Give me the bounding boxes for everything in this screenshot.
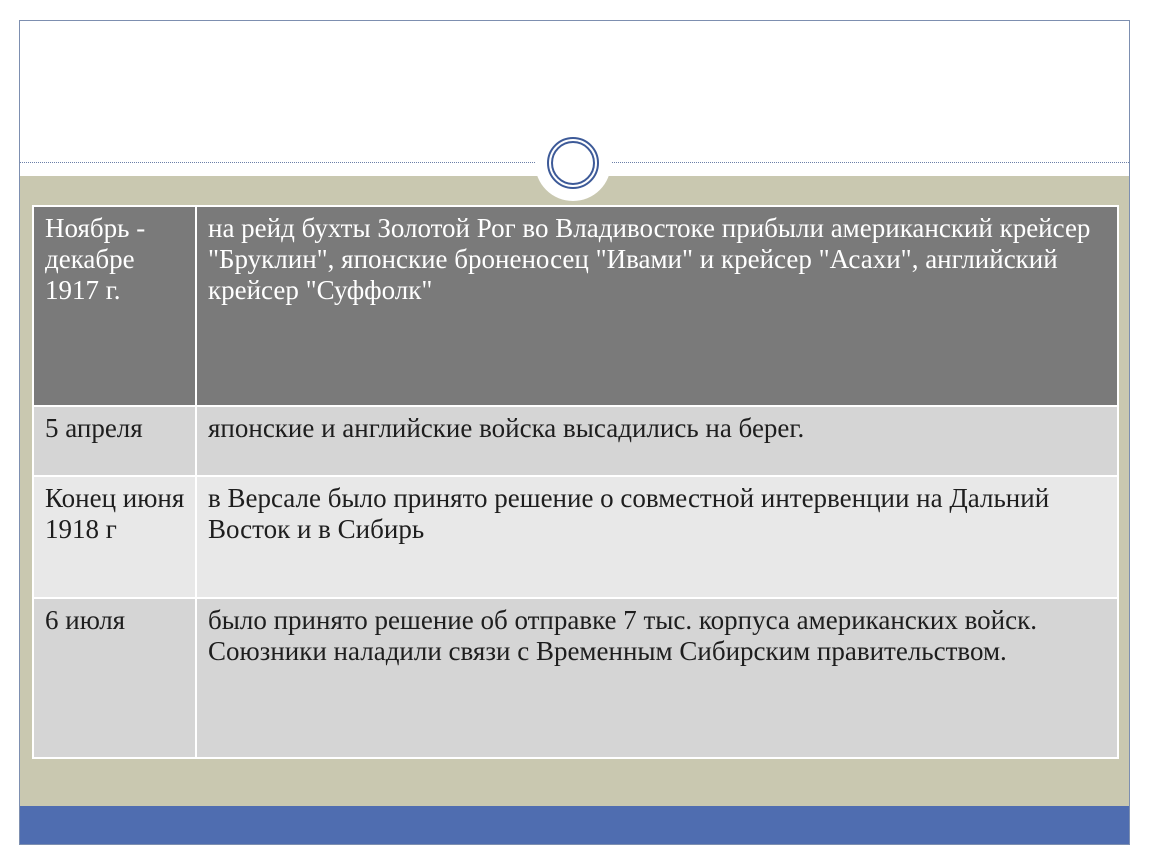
date-cell: Конец июня 1918 г: [32, 475, 197, 599]
timeline-table: Ноябрь - декабре 1917 г. на рейд бухты З…: [32, 205, 1119, 759]
date-cell: 6 июля: [32, 597, 197, 759]
bottom-bar: [20, 806, 1129, 844]
table-row: 5 апреля японские и английские войска вы…: [32, 405, 1119, 477]
event-cell: было принято решение об отправке 7 тыс. …: [195, 597, 1119, 759]
circle-ornament-inner-icon: [551, 141, 595, 185]
event-cell: на рейд бухты Золотой Рог во Владивосток…: [195, 205, 1119, 407]
table-row: Конец июня 1918 г в Версале было принято…: [32, 475, 1119, 599]
table-row: Ноябрь - декабре 1917 г. на рейд бухты З…: [32, 205, 1119, 407]
date-cell: Ноябрь - декабре 1917 г.: [32, 205, 197, 407]
table-row: 6 июля было принято решение об отправке …: [32, 597, 1119, 759]
event-cell: в Версале было принято решение о совмест…: [195, 475, 1119, 599]
date-cell: 5 апреля: [32, 405, 197, 477]
slide: Ноябрь - декабре 1917 г. на рейд бухты З…: [19, 20, 1130, 845]
event-cell: японские и английские войска высадились …: [195, 405, 1119, 477]
